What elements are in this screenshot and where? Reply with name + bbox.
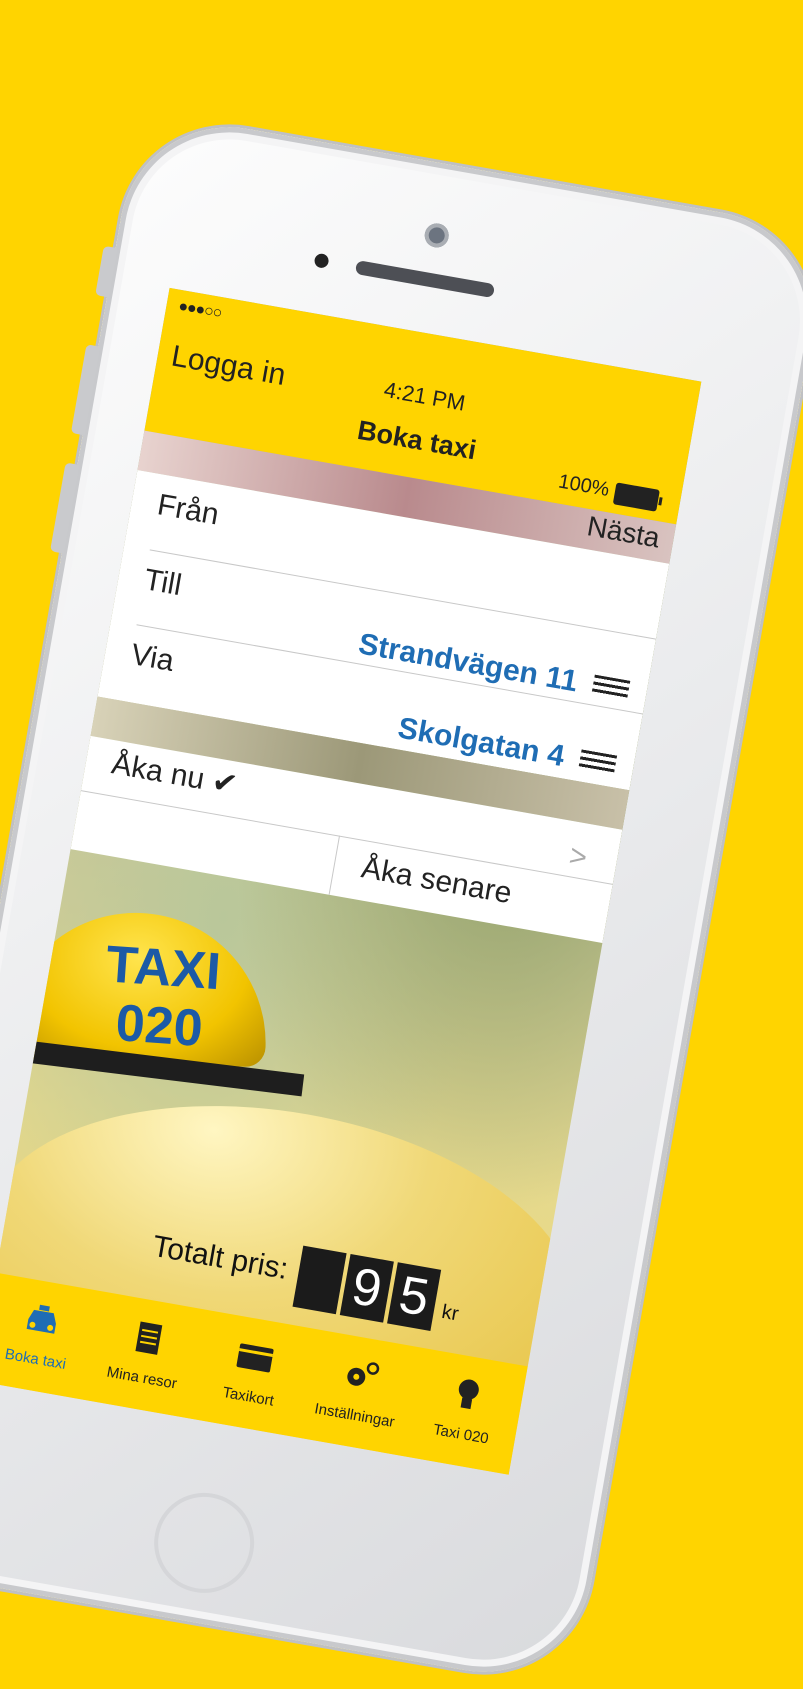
earpiece-speaker: [354, 260, 496, 299]
tab-mina-resor[interactable]: Mina resor: [83, 1291, 208, 1418]
checkmark-icon: ✔: [209, 765, 240, 802]
ride-later-option[interactable]: Åka senare: [359, 851, 514, 911]
proximity-sensor: [313, 252, 330, 269]
tab-label: Boka taxi: [3, 1345, 68, 1374]
reorder-handle-icon[interactable]: [578, 749, 618, 774]
to-label: Till: [141, 563, 185, 603]
tab-taxikort[interactable]: Taxikort: [190, 1310, 315, 1437]
tab-label: Inställningar: [313, 1400, 396, 1431]
notepad-icon: [135, 1321, 163, 1355]
volume-down-button: [50, 462, 80, 554]
taxi-icon: [26, 1304, 56, 1334]
reorder-handle-icon[interactable]: [591, 674, 631, 699]
phone-frame: ●●●○○ 4:21 PM 100% Logga in Boka taxi Nä…: [0, 110, 803, 1689]
taxi-sign-line: TAXI: [104, 935, 223, 1002]
via-label: Via: [128, 638, 177, 678]
tab-installningar[interactable]: Inställningar: [296, 1329, 421, 1456]
tab-label: Mina resor: [105, 1363, 179, 1393]
bulb-icon: [458, 1379, 479, 1410]
tab-label: Taxikort: [221, 1383, 276, 1410]
chevron-right-icon[interactable]: >: [567, 839, 590, 876]
taxi-sign-text: TAXI 020: [82, 934, 240, 1060]
app-screen: ●●●○○ 4:21 PM 100% Logga in Boka taxi Nä…: [0, 287, 702, 1475]
signal-indicator: ●●●○○: [177, 297, 223, 323]
from-label: Från: [154, 488, 222, 532]
ride-now-label: Åka nu: [109, 747, 207, 797]
volume-up-button: [70, 344, 101, 436]
tab-label: Taxi 020: [431, 1421, 490, 1448]
home-button[interactable]: [146, 1485, 262, 1601]
front-camera: [422, 221, 451, 250]
gears-icon: [347, 1362, 380, 1386]
mute-switch: [95, 245, 118, 298]
card-icon: [236, 1343, 274, 1373]
tab-taxi-020[interactable]: Taxi 020: [402, 1348, 527, 1475]
divider: [328, 835, 341, 895]
